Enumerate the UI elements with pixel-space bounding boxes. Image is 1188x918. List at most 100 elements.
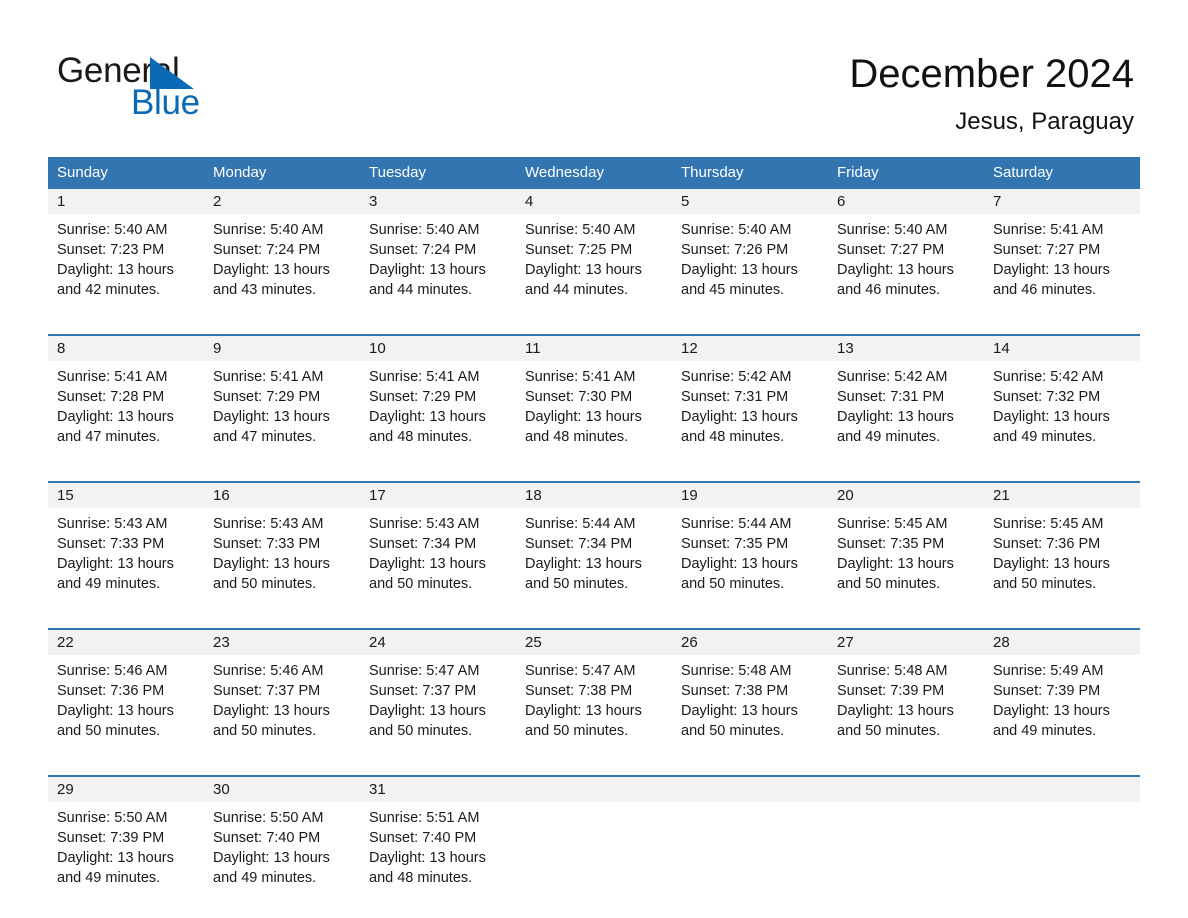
day-number[interactable]: 27 <box>828 630 984 655</box>
day-number[interactable]: 7 <box>984 189 1140 214</box>
day-number[interactable]: 18 <box>516 483 672 508</box>
generalblue-logo[interactable]: General Blue <box>57 52 317 124</box>
day-cell[interactable]: Sunrise: 5:40 AM Sunset: 7:25 PM Dayligh… <box>516 214 672 322</box>
day-number[interactable]: 3 <box>360 189 516 214</box>
day-cell[interactable]: Sunrise: 5:45 AM Sunset: 7:36 PM Dayligh… <box>984 508 1140 616</box>
daylight-text: Daylight: 13 hours and 50 minutes. <box>213 703 330 739</box>
day-number[interactable]: 24 <box>360 630 516 655</box>
weekday-header-monday: Monday <box>213 164 267 181</box>
sunset-text: Sunset: 7:31 PM <box>837 389 945 405</box>
day-cell[interactable]: Sunrise: 5:48 AM Sunset: 7:38 PM Dayligh… <box>672 655 828 763</box>
day-number[interactable]: 20 <box>828 483 984 508</box>
day-cell[interactable]: Sunrise: 5:41 AM Sunset: 7:28 PM Dayligh… <box>48 361 204 469</box>
sunset-text: Sunset: 7:26 PM <box>681 242 789 258</box>
sunset-text: Sunset: 7:29 PM <box>369 389 477 405</box>
day-cell[interactable]: Sunrise: 5:51 AM Sunset: 7:40 PM Dayligh… <box>360 802 516 910</box>
sunrise-text: Sunrise: 5:43 AM <box>213 516 324 532</box>
day-cell[interactable]: Sunrise: 5:43 AM Sunset: 7:34 PM Dayligh… <box>360 508 516 616</box>
day-number[interactable]: 9 <box>204 336 360 361</box>
day-cell[interactable]: Sunrise: 5:41 AM Sunset: 7:29 PM Dayligh… <box>204 361 360 469</box>
day-cell[interactable]: Sunrise: 5:40 AM Sunset: 7:24 PM Dayligh… <box>204 214 360 322</box>
day-number[interactable]: 17 <box>360 483 516 508</box>
weekday-header-friday: Friday <box>837 164 879 181</box>
day-cell[interactable]: Sunrise: 5:40 AM Sunset: 7:24 PM Dayligh… <box>360 214 516 322</box>
daylight-text: Daylight: 13 hours and 49 minutes. <box>837 409 954 445</box>
day-cell[interactable]: Sunrise: 5:40 AM Sunset: 7:23 PM Dayligh… <box>48 214 204 322</box>
day-cell[interactable]: Sunrise: 5:41 AM Sunset: 7:29 PM Dayligh… <box>360 361 516 469</box>
day-cell[interactable]: Sunrise: 5:42 AM Sunset: 7:32 PM Dayligh… <box>984 361 1140 469</box>
day-cell[interactable]: Sunrise: 5:43 AM Sunset: 7:33 PM Dayligh… <box>204 508 360 616</box>
day-number[interactable]: 30 <box>204 777 360 802</box>
day-number[interactable]: 28 <box>984 630 1140 655</box>
sunrise-text: Sunrise: 5:51 AM <box>369 810 480 826</box>
sunset-text: Sunset: 7:24 PM <box>213 242 321 258</box>
day-number[interactable]: 11 <box>516 336 672 361</box>
daylight-text: Daylight: 13 hours and 47 minutes. <box>57 409 174 445</box>
sunset-text: Sunset: 7:36 PM <box>57 683 165 699</box>
day-number[interactable]: 16 <box>204 483 360 508</box>
calendar-page: General Blue December 2024 Jesus, Paragu… <box>0 0 1188 918</box>
day-cell[interactable]: Sunrise: 5:46 AM Sunset: 7:37 PM Dayligh… <box>204 655 360 763</box>
day-cell[interactable]: Sunrise: 5:46 AM Sunset: 7:36 PM Dayligh… <box>48 655 204 763</box>
sunrise-text: Sunrise: 5:48 AM <box>837 663 948 679</box>
sunset-text: Sunset: 7:33 PM <box>213 536 321 552</box>
day-number[interactable]: 31 <box>360 777 516 802</box>
day-number[interactable]: 15 <box>48 483 204 508</box>
daylight-text: Daylight: 13 hours and 44 minutes. <box>369 262 486 298</box>
day-number[interactable]: 21 <box>984 483 1140 508</box>
sunset-text: Sunset: 7:24 PM <box>369 242 477 258</box>
day-number[interactable]: 6 <box>828 189 984 214</box>
week-gap <box>48 322 1140 334</box>
day-cell[interactable]: Sunrise: 5:50 AM Sunset: 7:40 PM Dayligh… <box>204 802 360 910</box>
day-cell[interactable]: Sunrise: 5:41 AM Sunset: 7:27 PM Dayligh… <box>984 214 1140 322</box>
sunrise-text: Sunrise: 5:45 AM <box>837 516 948 532</box>
day-cell[interactable]: Sunrise: 5:50 AM Sunset: 7:39 PM Dayligh… <box>48 802 204 910</box>
day-cell[interactable]: Sunrise: 5:43 AM Sunset: 7:33 PM Dayligh… <box>48 508 204 616</box>
day-cell[interactable]: Sunrise: 5:40 AM Sunset: 7:26 PM Dayligh… <box>672 214 828 322</box>
weekday-header-saturday: Saturday <box>993 164 1054 181</box>
week-detail-row: Sunrise: 5:50 AM Sunset: 7:39 PM Dayligh… <box>48 802 1140 910</box>
daylight-text: Daylight: 13 hours and 50 minutes. <box>369 703 486 739</box>
day-number[interactable]: 8 <box>48 336 204 361</box>
day-cell[interactable]: Sunrise: 5:42 AM Sunset: 7:31 PM Dayligh… <box>828 361 984 469</box>
day-number[interactable]: 14 <box>984 336 1140 361</box>
day-cell[interactable]: Sunrise: 5:41 AM Sunset: 7:30 PM Dayligh… <box>516 361 672 469</box>
day-cell[interactable]: Sunrise: 5:49 AM Sunset: 7:39 PM Dayligh… <box>984 655 1140 763</box>
day-number[interactable]: 22 <box>48 630 204 655</box>
day-number[interactable]: 26 <box>672 630 828 655</box>
sunrise-text: Sunrise: 5:41 AM <box>213 369 324 385</box>
day-cell[interactable]: Sunrise: 5:44 AM Sunset: 7:35 PM Dayligh… <box>672 508 828 616</box>
day-number[interactable]: 1 <box>48 189 204 214</box>
day-number[interactable]: 29 <box>48 777 204 802</box>
sunrise-text: Sunrise: 5:46 AM <box>213 663 324 679</box>
week-daynumber-band: 1 2 3 4 5 6 7 <box>48 189 1140 214</box>
day-number[interactable]: 13 <box>828 336 984 361</box>
day-cell[interactable]: Sunrise: 5:45 AM Sunset: 7:35 PM Dayligh… <box>828 508 984 616</box>
day-cell[interactable]: Sunrise: 5:48 AM Sunset: 7:39 PM Dayligh… <box>828 655 984 763</box>
sunrise-text: Sunrise: 5:42 AM <box>993 369 1104 385</box>
sunrise-text: Sunrise: 5:50 AM <box>57 810 168 826</box>
daylight-text: Daylight: 13 hours and 50 minutes. <box>525 556 642 592</box>
day-number[interactable]: 4 <box>516 189 672 214</box>
day-cell-empty <box>984 802 1140 910</box>
daylight-text: Daylight: 13 hours and 50 minutes. <box>837 556 954 592</box>
day-number[interactable]: 19 <box>672 483 828 508</box>
day-number[interactable]: 23 <box>204 630 360 655</box>
sunrise-text: Sunrise: 5:40 AM <box>213 222 324 238</box>
day-number[interactable]: 25 <box>516 630 672 655</box>
day-cell[interactable]: Sunrise: 5:42 AM Sunset: 7:31 PM Dayligh… <box>672 361 828 469</box>
daylight-text: Daylight: 13 hours and 49 minutes. <box>57 556 174 592</box>
daylight-text: Daylight: 13 hours and 44 minutes. <box>525 262 642 298</box>
day-cell[interactable]: Sunrise: 5:47 AM Sunset: 7:37 PM Dayligh… <box>360 655 516 763</box>
daylight-text: Daylight: 13 hours and 49 minutes. <box>993 703 1110 739</box>
day-cell[interactable]: Sunrise: 5:44 AM Sunset: 7:34 PM Dayligh… <box>516 508 672 616</box>
sunset-text: Sunset: 7:34 PM <box>369 536 477 552</box>
week-detail-row: Sunrise: 5:46 AM Sunset: 7:36 PM Dayligh… <box>48 655 1140 763</box>
day-cell[interactable]: Sunrise: 5:40 AM Sunset: 7:27 PM Dayligh… <box>828 214 984 322</box>
day-number[interactable]: 2 <box>204 189 360 214</box>
day-number[interactable]: 12 <box>672 336 828 361</box>
day-number[interactable]: 5 <box>672 189 828 214</box>
day-cell[interactable]: Sunrise: 5:47 AM Sunset: 7:38 PM Dayligh… <box>516 655 672 763</box>
sunrise-text: Sunrise: 5:49 AM <box>993 663 1104 679</box>
day-number[interactable]: 10 <box>360 336 516 361</box>
